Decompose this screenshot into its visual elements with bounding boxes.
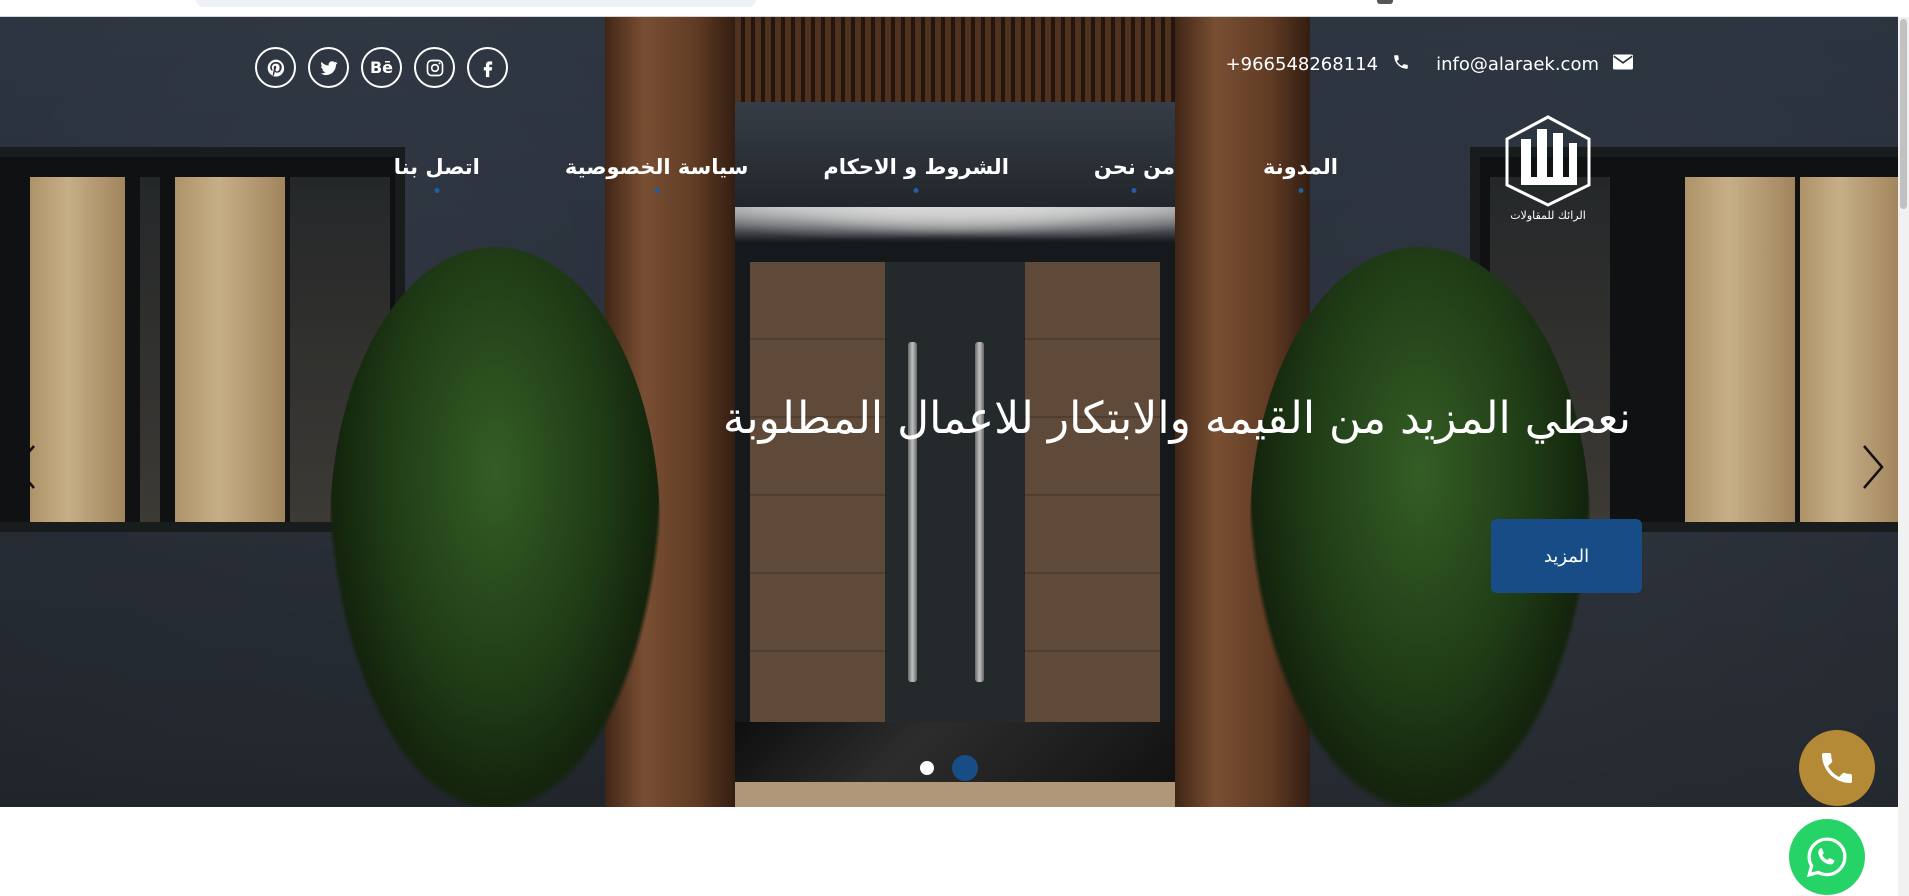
whatsapp-icon — [1806, 837, 1847, 878]
nav-item-terms[interactable]: الشروط و الاحكام — [823, 155, 1009, 193]
browser-top-strip — [0, 0, 1898, 17]
logo-mark-icon — [1505, 115, 1591, 207]
nav-item-privacy[interactable]: سياسة الخصوصية — [564, 155, 749, 193]
phone-number: +966548268114 — [1225, 54, 1379, 75]
email-contact[interactable]: info@alaraek.com — [1436, 54, 1633, 75]
nav-item-label: اتصل بنا — [393, 155, 480, 179]
phone-icon — [1392, 53, 1410, 76]
slider-pagination — [920, 755, 978, 781]
twitter-icon[interactable] — [308, 47, 349, 88]
more-button[interactable]: المزيد — [1491, 519, 1642, 593]
slider-prev-button[interactable] — [10, 442, 40, 492]
whatsapp-button[interactable] — [1789, 819, 1865, 895]
slider-next-button[interactable] — [1858, 442, 1888, 492]
facebook-icon[interactable] — [467, 47, 508, 88]
browser-indicator — [1377, 0, 1393, 4]
nav-item-label: من نحن — [1093, 155, 1176, 179]
call-button[interactable] — [1799, 730, 1875, 806]
behance-label: Bē — [369, 58, 394, 77]
envelope-icon — [1613, 54, 1633, 75]
slider-dot-2[interactable] — [952, 755, 978, 781]
phone-contact[interactable]: +966548268114 — [1226, 53, 1411, 76]
slider-dot-1[interactable] — [920, 761, 934, 775]
nav-item-label: سياسة الخصوصية — [564, 155, 749, 179]
pinterest-icon[interactable] — [255, 47, 296, 88]
phone-icon — [1822, 753, 1852, 783]
hero-slider: Bē +966548268114 info@alaraek.com الرائك… — [0, 17, 1898, 807]
hero-headline: نعطي المزيد من القيمه والابتكار للاعمال … — [722, 393, 1631, 444]
contact-info: +966548268114 info@alaraek.com — [1226, 53, 1633, 76]
browser-address-pill[interactable] — [196, 0, 756, 7]
chevron-right-icon — [1863, 445, 1884, 489]
chevron-left-icon — [14, 445, 35, 489]
nav-item-label: الشروط و الاحكام — [823, 155, 1009, 179]
main-nav: المدونة من نحن الشروط و الاحكام سياسة ال… — [393, 155, 1338, 193]
logo-caption: الرائك للمقاولات — [1510, 209, 1586, 222]
behance-icon[interactable]: Bē — [361, 47, 402, 88]
site-logo[interactable]: الرائك للمقاولات — [1502, 115, 1594, 225]
scrollbar-thumb[interactable] — [1900, 19, 1907, 209]
email-address: info@alaraek.com — [1436, 54, 1599, 75]
social-links: Bē — [255, 47, 508, 88]
nav-item-blog[interactable]: المدونة — [1263, 155, 1338, 193]
nav-item-label: المدونة — [1263, 155, 1338, 179]
page-scrollbar[interactable] — [1898, 17, 1909, 896]
nav-item-contact[interactable]: اتصل بنا — [393, 155, 480, 193]
instagram-icon[interactable] — [414, 47, 455, 88]
nav-item-about[interactable]: من نحن — [1093, 155, 1176, 193]
